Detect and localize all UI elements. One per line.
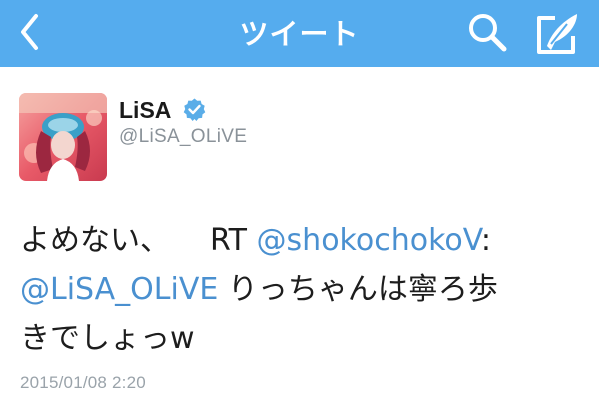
tweet-line-2: @LiSA_OLiVE りっちゃんは寧ろ歩 [20,265,595,314]
author-handle[interactable]: @LiSA_OLiVE [119,126,247,148]
avatar[interactable] [19,93,107,181]
tweet-text-line-2: りっちゃんは寧ろ歩 [218,272,498,307]
tweet-timestamp: 2015/01/08 2:20 [20,373,146,392]
navigation-bar: ツイート [0,0,599,67]
tweet-prefix: よめない、 [20,223,170,258]
compose-button[interactable] [533,10,583,58]
mention-link[interactable]: @LiSA_OLiVE [20,272,218,307]
tweet-text: よめない、 RT @shokochokoV: @LiSA_OLiVE りっちゃんは… [20,216,595,363]
search-icon [469,14,507,52]
tweet-line-1: よめない、 RT @shokochokoV: [20,216,595,265]
retweet-label: RT [210,223,247,258]
tweet-text-line-3: きでしょっw [20,321,195,356]
tweet-line-3: きでしょっw [20,314,595,363]
compose-icon [537,14,577,54]
mention-link[interactable]: @shokochokoV [257,223,481,258]
tweet-colon: : [480,223,491,258]
author-name[interactable]: LiSA [119,97,171,124]
verified-badge-icon [183,98,206,121]
search-button[interactable] [466,10,510,54]
